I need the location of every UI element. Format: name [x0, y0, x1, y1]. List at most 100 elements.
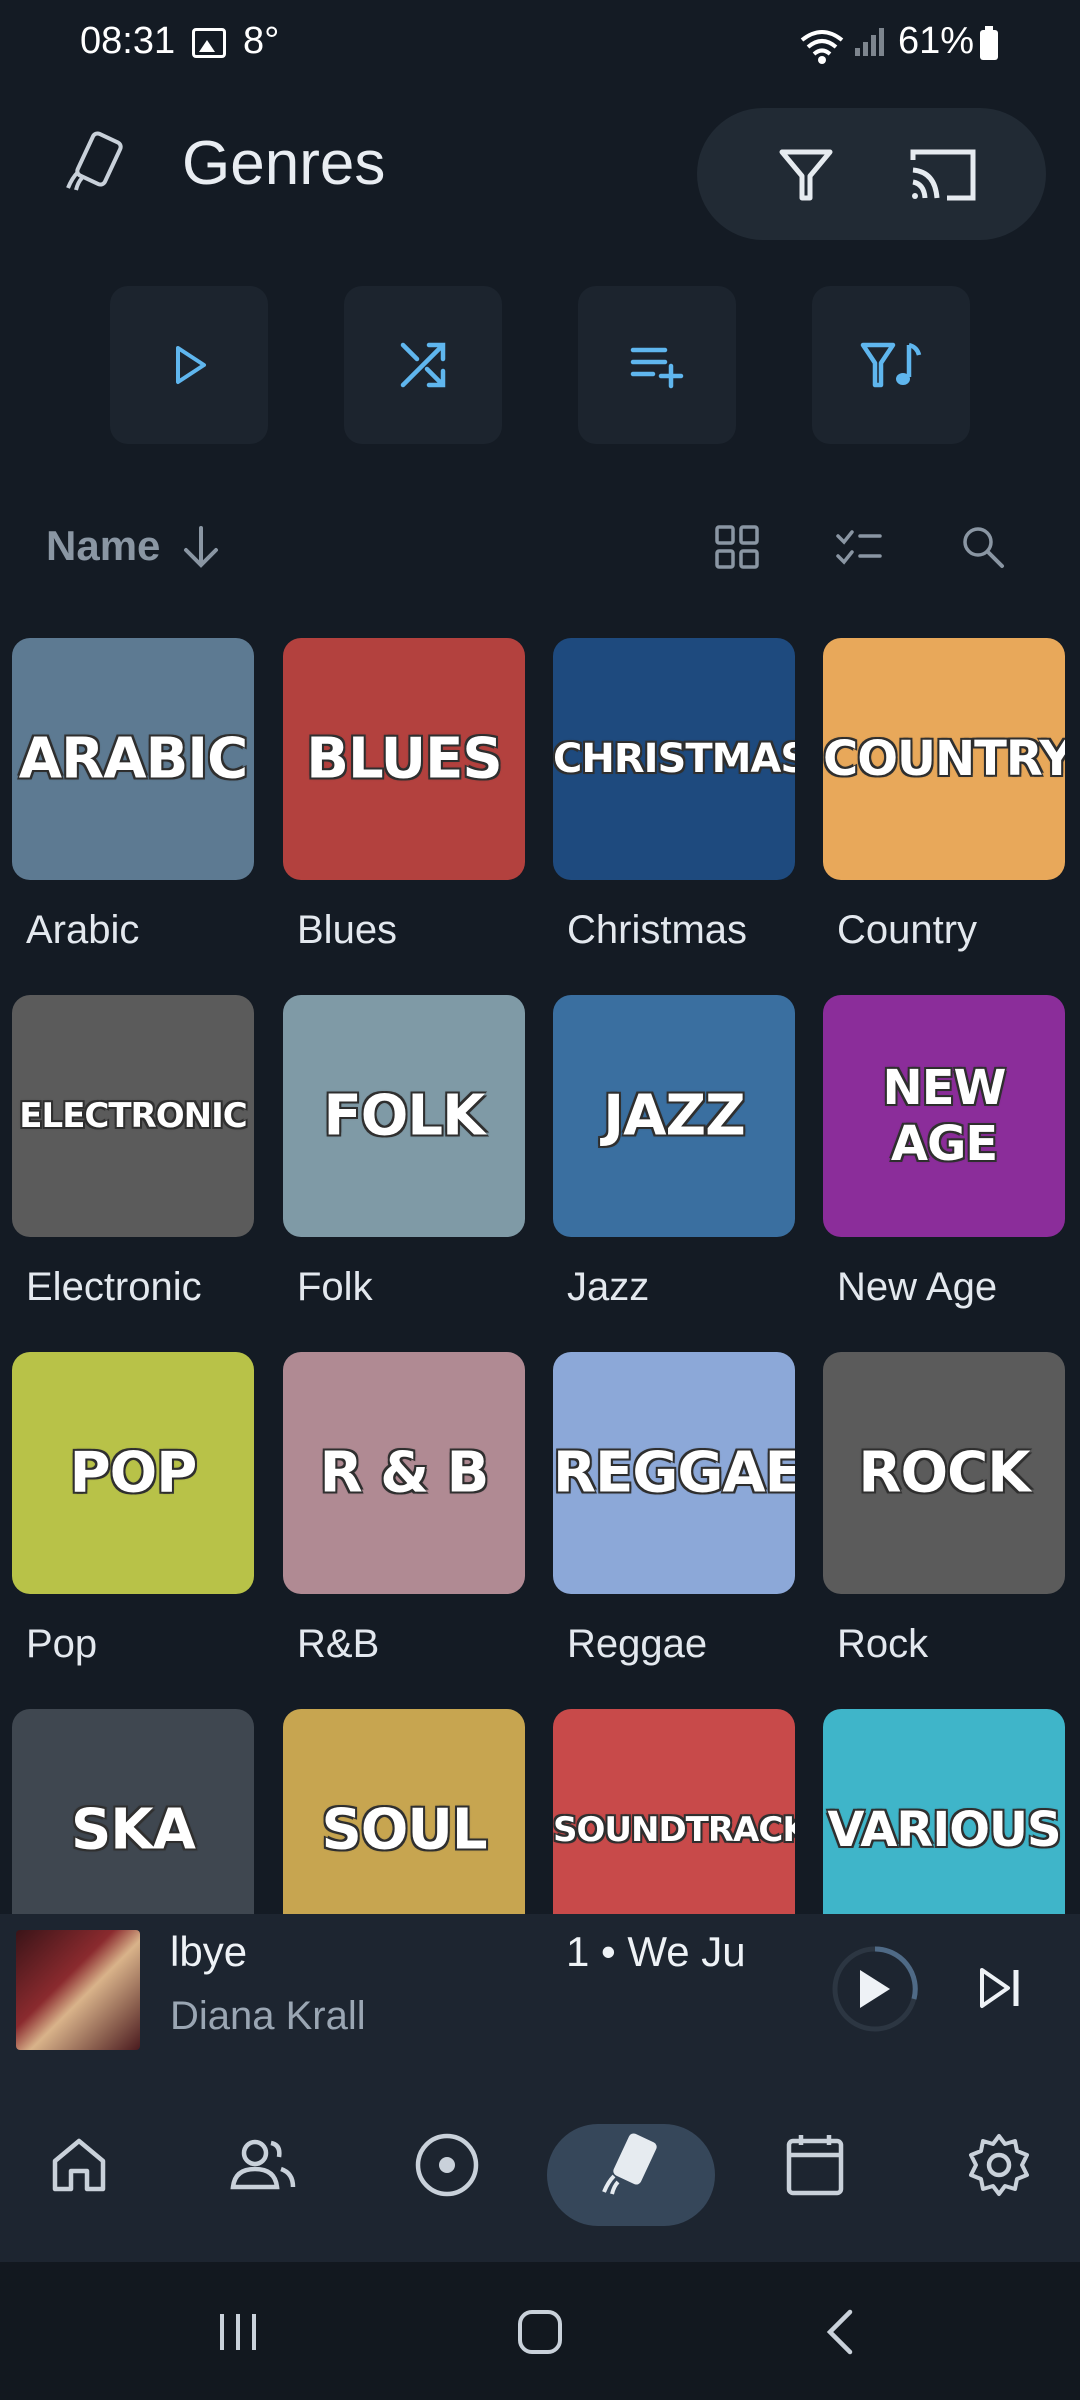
genre-tile[interactable]: SKA	[12, 1709, 254, 1914]
cast-button[interactable]	[907, 138, 979, 210]
genre-artwork[interactable]: VARIOUS	[823, 1709, 1065, 1914]
nav-albums[interactable]	[402, 2120, 492, 2210]
genre-artwork-label: POP	[69, 1440, 198, 1506]
genre-artwork[interactable]: JAZZ	[553, 995, 795, 1237]
nav-calendar[interactable]	[770, 2120, 860, 2210]
filter-music-button[interactable]	[812, 286, 970, 444]
genre-artwork-label: REGGAE	[553, 1440, 795, 1506]
genre-tile[interactable]: REGGAE Reggae	[553, 1352, 795, 1666]
genre-tile[interactable]: POP Pop	[12, 1352, 254, 1666]
status-temperature: 8°	[243, 20, 280, 62]
wifi-icon	[800, 30, 844, 64]
genre-name: Arabic	[26, 908, 140, 952]
genre-tile[interactable]: SOUL	[283, 1709, 525, 1914]
genre-name: Country	[837, 908, 978, 952]
album-icon	[415, 2133, 479, 2197]
gear-icon	[969, 2134, 1029, 2196]
genre-tile[interactable]: JAZZ Jazz	[553, 995, 795, 1309]
home-icon	[52, 2138, 106, 2192]
genre-artwork[interactable]: REGGAE	[553, 1352, 795, 1594]
battery-percent: 61%	[898, 20, 975, 62]
genre-artwork[interactable]: POP	[12, 1352, 254, 1594]
genre-artwork[interactable]: ARABIC	[12, 638, 254, 880]
play-icon	[176, 346, 206, 384]
system-navigation	[0, 2262, 1080, 2400]
grid-view-icon[interactable]	[712, 522, 762, 572]
genre-tile[interactable]: R & B R&B	[283, 1352, 525, 1666]
nav-genres[interactable]	[586, 2120, 676, 2210]
home-button-icon[interactable]	[510, 2302, 570, 2362]
genre-tile[interactable]: VARIOUS	[823, 1709, 1065, 1914]
shuffle-button[interactable]	[344, 286, 502, 444]
status-time: 08:31	[80, 20, 176, 62]
genre-artwork[interactable]: BLUES	[283, 638, 525, 880]
genre-artwork-label: VARIOUS	[827, 1802, 1061, 1858]
back-icon[interactable]	[812, 2302, 872, 2362]
genre-artwork-label: ARABIC	[18, 726, 248, 792]
filter-button[interactable]	[770, 138, 842, 210]
genre-artwork-label: CHRISTMAS	[553, 736, 795, 782]
genre-name: Rock	[837, 1622, 929, 1666]
genre-artwork[interactable]: COUNTRY	[823, 638, 1065, 880]
signal-icon	[855, 26, 885, 56]
people-icon	[230, 2139, 296, 2190]
genre-name: Electronic	[26, 1265, 202, 1309]
battery-icon	[980, 26, 998, 60]
genre-artwork-label: NEW AGE	[882, 1060, 1007, 1172]
recent-apps-icon[interactable]	[208, 2302, 268, 2362]
album-art[interactable]	[16, 1930, 140, 2050]
genre-name: Blues	[297, 908, 398, 952]
header-actions	[697, 108, 1046, 240]
bottom-navigation	[0, 2062, 1080, 2262]
genre-artwork-label: SOUL	[321, 1797, 487, 1863]
search-icon[interactable]	[958, 522, 1008, 572]
now-playing-bar[interactable]: lbye 1 • We Ju Diana Krall	[0, 1914, 1080, 2062]
skip-next-button[interactable]	[970, 1958, 1030, 2018]
genre-tile[interactable]: ARABIC Arabic	[12, 638, 254, 952]
genre-artwork[interactable]: NEW AGE	[823, 995, 1065, 1237]
genre-artwork[interactable]: ROCK	[823, 1352, 1065, 1594]
now-playing-track: 1 • We Ju	[566, 1928, 746, 1975]
genre-artwork-label: JAZZ	[603, 1083, 745, 1149]
genre-tile[interactable]: ROCK Rock	[823, 1352, 1065, 1666]
genre-tile[interactable]: FOLK Folk	[283, 995, 525, 1309]
genre-tile[interactable]: SOUNDTRACK	[553, 1709, 795, 1914]
genre-name: Folk	[297, 1265, 373, 1309]
genre-tile[interactable]: ELECTRONIC Electronic	[12, 995, 254, 1309]
add-to-queue-button[interactable]	[578, 286, 736, 444]
sort-name-button[interactable]: Name	[46, 522, 160, 570]
genre-tile[interactable]: BLUES Blues	[283, 638, 525, 952]
genre-artwork[interactable]: FOLK	[283, 995, 525, 1237]
genre-artwork[interactable]: ELECTRONIC	[12, 995, 254, 1237]
genre-tile[interactable]: NEW AGE New Age	[823, 995, 1065, 1309]
now-playing-artist: Diana Krall	[170, 1994, 366, 2038]
genre-artwork[interactable]: CHRISTMAS	[553, 638, 795, 880]
nav-settings[interactable]	[954, 2120, 1044, 2210]
genre-grid: ARABIC Arabic BLUES Blues CHRISTMAS Christmas…	[0, 638, 1080, 1914]
genre-artwork[interactable]: SOUL	[283, 1709, 525, 1914]
genre-artwork-label: R & B	[319, 1440, 490, 1506]
nav-home[interactable]	[34, 2120, 124, 2210]
cast-icon	[910, 149, 976, 201]
sort-descending-icon[interactable]	[178, 522, 224, 572]
genre-artwork-label: COUNTRY	[823, 731, 1065, 787]
genre-name: Reggae	[567, 1622, 708, 1666]
now-playing-title: lbye	[170, 1928, 248, 1975]
genre-tile[interactable]: COUNTRY Country	[823, 638, 1065, 952]
genre-artwork-label: BLUES	[306, 726, 502, 792]
shuffle-icon	[400, 342, 446, 388]
genre-artwork[interactable]: SOUNDTRACK	[553, 1709, 795, 1914]
genre-tile[interactable]: CHRISTMAS Christmas	[553, 638, 795, 952]
multi-select-icon[interactable]	[834, 522, 884, 572]
nav-artists[interactable]	[218, 2120, 308, 2210]
genre-artwork-label: ROCK	[858, 1440, 1030, 1506]
status-bar: 08:31 8° 61%	[0, 0, 1080, 90]
genres-nav-icon	[602, 2133, 657, 2195]
genre-artwork[interactable]: R & B	[283, 1352, 525, 1594]
genre-name: Pop	[26, 1622, 98, 1666]
play-pause-button[interactable]	[830, 1944, 920, 2034]
page-title: Genres	[182, 129, 386, 198]
play-all-button[interactable]	[110, 286, 268, 444]
filter-music-icon	[860, 342, 922, 388]
genre-artwork[interactable]: SKA	[12, 1709, 254, 1914]
